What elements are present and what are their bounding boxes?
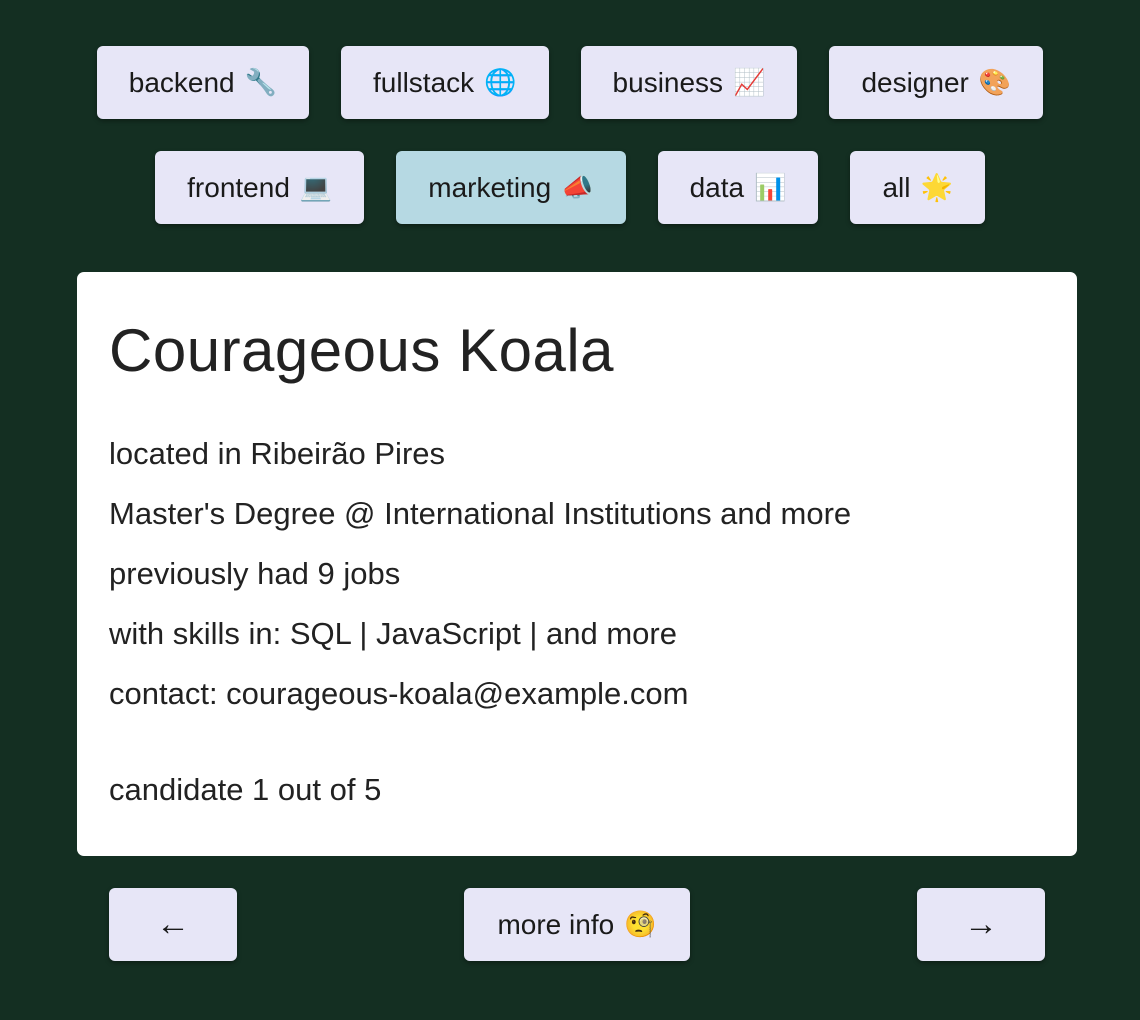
candidate-education: Master's Degree @ International Institut… [109, 496, 852, 531]
more-info-button[interactable]: more info 🧐 [464, 888, 690, 961]
chart-increasing-icon: 📈 [733, 67, 766, 97]
filter-label: marketing [428, 171, 552, 203]
filter-fullstack-button[interactable]: fullstack 🌐 [341, 46, 549, 119]
arrow-left-icon: ← [156, 905, 190, 943]
laptop-icon: 💻 [299, 172, 333, 202]
candidate-card: Courageous Koala located in Ribeirão Pir… [77, 272, 1077, 856]
candidate-details: located in Ribeirão Pires Master's Degre… [109, 424, 851, 724]
wrench-icon: 🔧 [244, 67, 278, 97]
candidate-jobs: previously had 9 jobs [109, 556, 401, 591]
filter-frontend-button[interactable]: frontend 💻 [155, 151, 365, 224]
candidate-skills: with skills in: SQL | JavaScript | and m… [109, 616, 677, 651]
monocle-face-icon: 🧐 [624, 909, 657, 939]
filter-row-2: frontend 💻 marketing 📣 data 📊 all 🌟 [0, 151, 1140, 224]
filter-data-button[interactable]: data 📊 [657, 151, 819, 224]
filter-label: frontend [187, 171, 290, 203]
filter-backend-button[interactable]: backend 🔧 [96, 46, 310, 119]
filter-designer-button[interactable]: designer 🎨 [829, 46, 1044, 119]
role-filter-bar: backend 🔧 fullstack 🌐 business 📈 designe… [0, 46, 1140, 224]
palette-icon: 🎨 [978, 67, 1012, 97]
megaphone-icon: 📣 [561, 172, 594, 202]
candidate-name: Courageous Koala [109, 317, 615, 384]
candidate-contact: contact: courageous-koala@example.com [109, 676, 689, 711]
filter-label: data [689, 171, 745, 203]
star-icon: 🌟 [920, 172, 953, 202]
filter-label: fullstack [373, 66, 475, 98]
more-info-label: more info [497, 908, 615, 940]
previous-button[interactable]: ← [109, 888, 237, 961]
globe-icon: 🌐 [484, 67, 517, 97]
filter-all-button[interactable]: all 🌟 [850, 151, 985, 224]
filter-label: all [882, 171, 911, 203]
filter-row-1: backend 🔧 fullstack 🌐 business 📈 designe… [0, 46, 1140, 119]
filter-label: designer [861, 66, 969, 98]
filter-label: backend [128, 66, 235, 98]
filter-marketing-button[interactable]: marketing 📣 [396, 151, 626, 224]
filter-label: business [612, 66, 724, 98]
bar-chart-icon: 📊 [754, 172, 787, 202]
candidate-location: located in Ribeirão Pires [109, 436, 446, 471]
candidate-counter: candidate 1 out of 5 [109, 772, 382, 807]
next-button[interactable]: → [917, 888, 1045, 961]
arrow-right-icon: → [964, 905, 998, 943]
filter-business-button[interactable]: business 📈 [580, 46, 798, 119]
